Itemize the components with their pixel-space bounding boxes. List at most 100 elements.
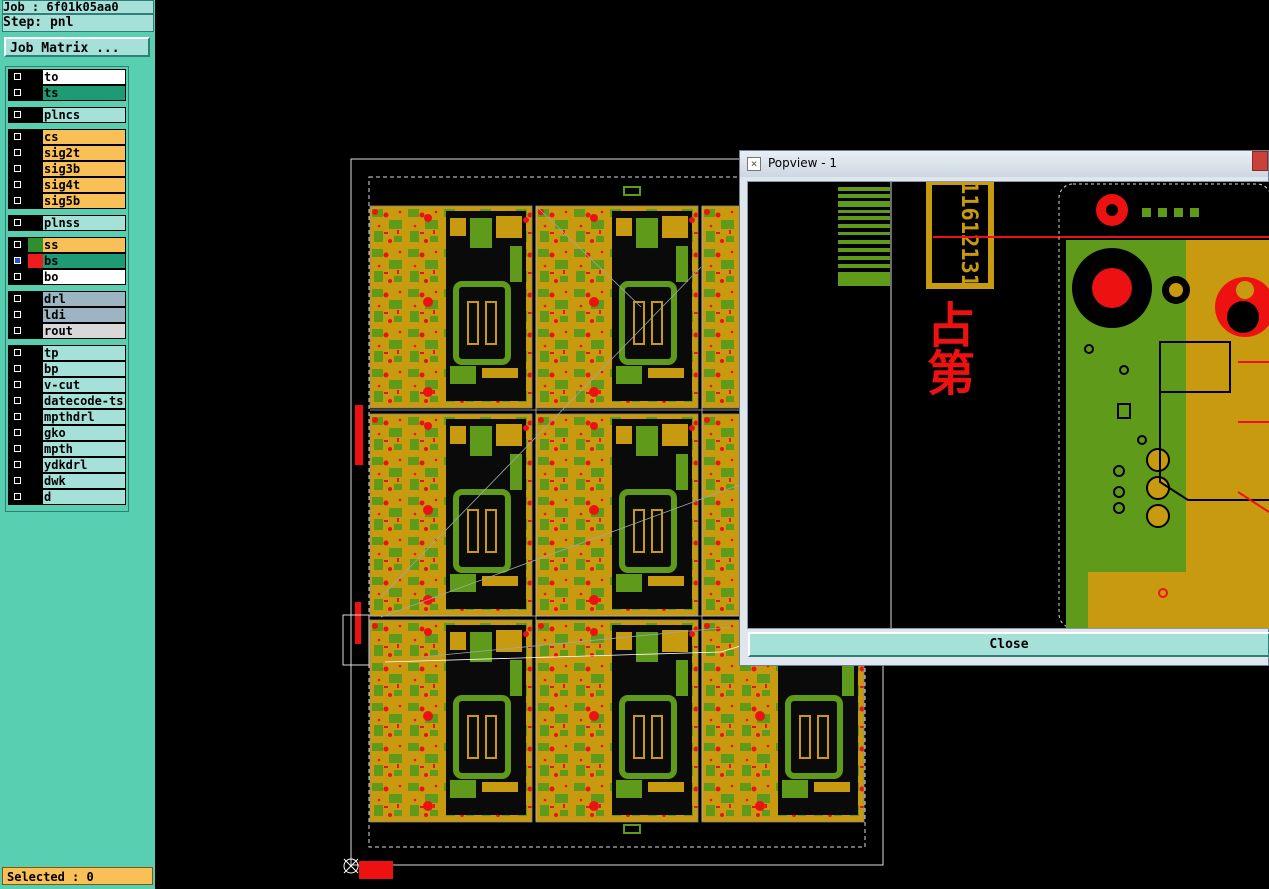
layer-row-ts[interactable]: ts — [8, 85, 126, 101]
layer-group: ss bs bo — [8, 237, 126, 285]
layer-panel: Job : 6f01k05aa0 Step: pnl Job Matrix ..… — [0, 0, 155, 889]
layer-name: drl — [43, 292, 125, 306]
layer-checkbox[interactable] — [14, 295, 21, 302]
layer-name: dwk — [43, 474, 125, 488]
layer-checkbox[interactable] — [14, 445, 21, 452]
layer-name: ss — [43, 238, 125, 252]
layer-row-gko[interactable]: gko — [8, 425, 126, 441]
layer-list: to ts plncs cs sig2t sig3b sig4t sig5b plnss ss bs… — [5, 66, 129, 512]
layer-name: plnss — [43, 216, 125, 230]
layer-checkbox[interactable] — [14, 349, 21, 356]
layer-name: bo — [43, 270, 125, 284]
layer-row-rout[interactable]: rout — [8, 323, 126, 339]
layer-name: ts — [43, 86, 125, 100]
layer-row-bs[interactable]: bs — [8, 253, 126, 269]
layer-checkbox[interactable] — [14, 133, 21, 140]
layer-row-tp[interactable]: tp — [8, 345, 126, 361]
layer-checkbox[interactable] — [14, 311, 21, 318]
popview-canvas[interactable]: 11612131 占第 — [747, 181, 1269, 629]
layer-checkbox[interactable] — [14, 429, 21, 436]
layer-checkbox[interactable] — [14, 73, 21, 80]
layer-row-cs[interactable]: cs — [8, 129, 126, 145]
layer-checkbox[interactable] — [14, 461, 21, 468]
cjk-marking: 占第 — [918, 300, 975, 396]
layer-row-bo[interactable]: bo — [8, 269, 126, 285]
job-label: Job : 6f01k05aa0 — [2, 0, 154, 14]
layer-group: to ts — [8, 69, 126, 101]
layer-row-sig2t[interactable]: sig2t — [8, 145, 126, 161]
layer-checkbox[interactable] — [14, 89, 21, 96]
layer-row-bp[interactable]: bp — [8, 361, 126, 377]
job-matrix-button[interactable]: Job Matrix ... — [4, 37, 150, 57]
layer-checkbox[interactable] — [14, 493, 21, 500]
layer-checkbox[interactable] — [14, 413, 21, 420]
layer-checkbox[interactable] — [14, 219, 21, 226]
layer-row-sig3b[interactable]: sig3b — [8, 161, 126, 177]
layer-checkbox[interactable] — [14, 381, 21, 388]
layer-name: sig5b — [43, 194, 125, 208]
layer-name: bs — [43, 254, 125, 268]
layer-row-dwk[interactable]: dwk — [8, 473, 126, 489]
layer-name: d — [43, 490, 125, 504]
close-button[interactable]: Close — [748, 632, 1269, 657]
layer-row-ldi[interactable]: ldi — [8, 307, 126, 323]
layer-color-swatch — [28, 254, 43, 268]
layer-checkbox[interactable] — [14, 165, 21, 172]
layer-checkbox[interactable] — [14, 241, 21, 248]
layer-row-sig5b[interactable]: sig5b — [8, 193, 126, 209]
layer-row-to[interactable]: to — [8, 69, 126, 85]
layer-row-drl[interactable]: drl — [8, 291, 126, 307]
selected-count: Selected : 0 — [2, 867, 153, 885]
layer-name: plncs — [43, 108, 125, 122]
layer-checkbox[interactable] — [14, 327, 21, 334]
layer-group: cs sig2t sig3b sig4t sig5b — [8, 129, 126, 209]
layer-row-v-cut[interactable]: v-cut — [8, 377, 126, 393]
layer-checkbox[interactable] — [14, 181, 21, 188]
layer-name: v-cut — [43, 378, 125, 392]
layer-name: mpth — [43, 442, 125, 456]
layer-row-sig4t[interactable]: sig4t — [8, 177, 126, 193]
layer-name: sig4t — [43, 178, 125, 192]
layer-checkbox[interactable] — [14, 257, 21, 264]
layer-name: ydkdrl — [43, 458, 125, 472]
layer-group: plnss — [8, 215, 126, 231]
popview-title: Popview - 1 — [768, 156, 837, 170]
layer-name: ldi — [43, 308, 125, 322]
layer-name: sig3b — [43, 162, 125, 176]
step-label: Step: pnl — [2, 14, 154, 32]
layer-row-datecode-ts[interactable]: datecode-ts — [8, 393, 126, 409]
layer-color-swatch — [28, 238, 43, 252]
layer-row-ydkdrl[interactable]: ydkdrl — [8, 457, 126, 473]
layer-checkbox[interactable] — [14, 197, 21, 204]
layer-name: bp — [43, 362, 125, 376]
layer-name: gko — [43, 426, 125, 440]
code-marking: 11612131 — [956, 182, 981, 287]
layer-group: drl ldi rout — [8, 291, 126, 339]
layer-row-ss[interactable]: ss — [8, 237, 126, 253]
layer-row-mpthdrl[interactable]: mpthdrl — [8, 409, 126, 425]
layer-group: tp bp v-cut datecode-ts mpthdrl gko mpth ydkdrl… — [8, 345, 126, 505]
layer-checkbox[interactable] — [14, 111, 21, 118]
layer-checkbox[interactable] — [14, 149, 21, 156]
layer-row-mpth[interactable]: mpth — [8, 441, 126, 457]
popview-zoom-graphic: 11612131 占第 — [838, 182, 1269, 628]
layer-row-plncs[interactable]: plncs — [8, 107, 126, 123]
layer-name: datecode-ts — [43, 394, 125, 408]
layer-row-d[interactable]: d — [8, 489, 126, 505]
layer-name: mpthdrl — [43, 410, 125, 424]
layer-name: to — [43, 70, 125, 84]
layer-row-plnss[interactable]: plnss — [8, 215, 126, 231]
layer-name: tp — [43, 346, 125, 360]
layer-checkbox[interactable] — [14, 365, 21, 372]
window-app-icon: × — [747, 157, 761, 171]
layer-checkbox[interactable] — [14, 477, 21, 484]
layer-group: plncs — [8, 107, 126, 123]
window-close-icon[interactable] — [1252, 151, 1268, 171]
layer-checkbox[interactable] — [14, 397, 21, 404]
layer-name: rout — [43, 324, 125, 338]
layer-name: sig2t — [43, 146, 125, 160]
popview-window: × Popview - 1 11612131 占第 Close — [739, 150, 1269, 666]
layer-name: cs — [43, 130, 125, 144]
layer-checkbox[interactable] — [14, 273, 21, 280]
popview-titlebar[interactable]: × Popview - 1 — [740, 151, 1268, 177]
